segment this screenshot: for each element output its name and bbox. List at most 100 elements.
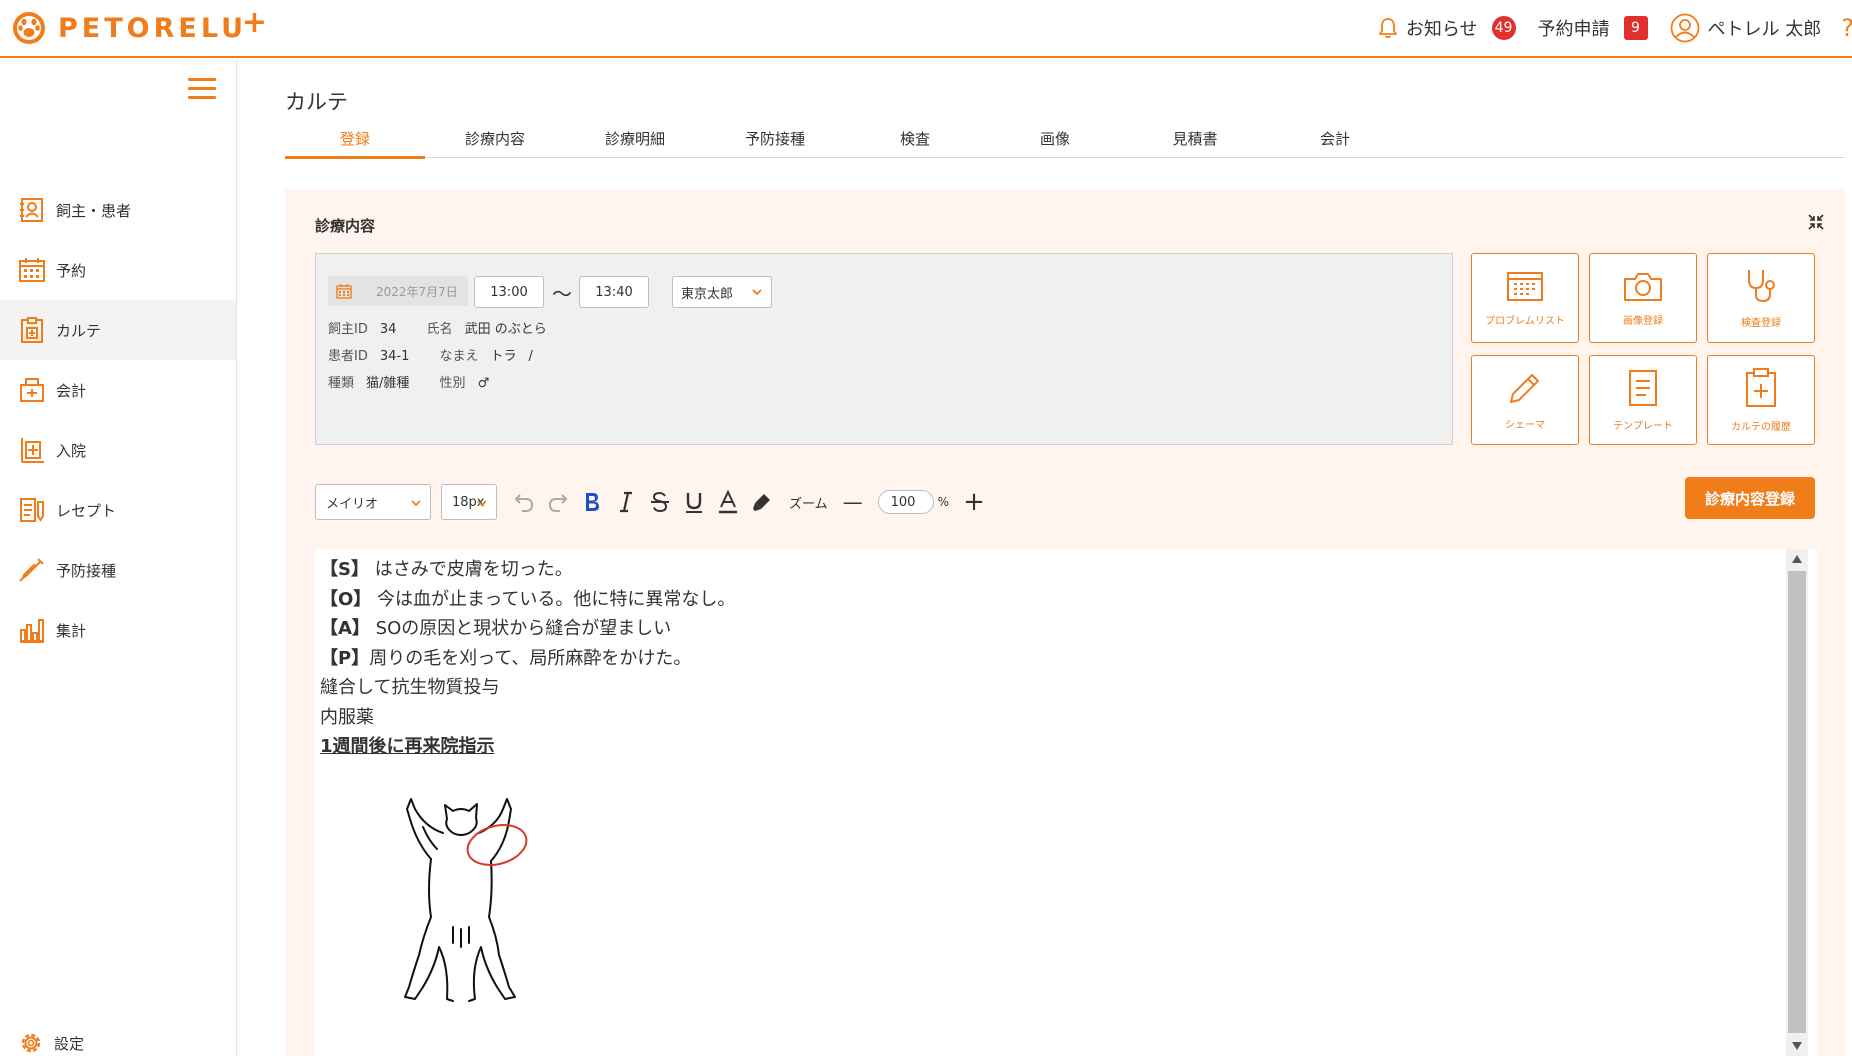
tab-treatment-detail[interactable]: 診療明細 [565, 128, 705, 157]
species-label: 種類 [328, 376, 355, 391]
sex-label: 性別 [439, 376, 466, 391]
sidebar-item-label: 入院 [56, 441, 87, 460]
user-menu[interactable]: ペトレル 太郎 [1670, 13, 1822, 43]
sidebar-item-label: レセプト [56, 501, 117, 520]
pet-name-suffix: / [528, 349, 533, 364]
bar-chart-icon [20, 619, 44, 643]
user-name: ペトレル 太郎 [1707, 19, 1822, 40]
species-info-line: 種類 猫/雑種 性別 ♂ [328, 372, 489, 391]
tab-treatment[interactable]: 診療内容 [425, 128, 565, 157]
problem-list-label: プロブレムリスト [1485, 315, 1565, 327]
app-header: PETORELU + お知らせ 49 予約申請 9 ペトレル 太郎 ? [0, 0, 1852, 58]
schema-button[interactable]: シェーマ [1471, 355, 1579, 445]
visit-date-field[interactable]: 2022年7月7日 [328, 276, 468, 306]
owner-name: 武田 のぶとら [464, 322, 547, 337]
register-treatment-button[interactable]: 診療内容登録 [1685, 477, 1815, 519]
editor-content[interactable]: 【S】 はさみで皮膚を切った。 【O】 今は血が止まっている。他に特に異常なし。… [320, 555, 1780, 762]
end-time-input[interactable]: 13:40 [579, 276, 649, 308]
calendar-icon [19, 258, 45, 282]
chevron-down-icon [477, 500, 487, 507]
chart-editor[interactable]: 【S】 はさみで皮膚を切った。 【O】 今は血が止まっている。他に特に異常なし。… [315, 549, 1817, 1056]
sidebar-item-label: 会計 [56, 381, 87, 400]
reservations-label: 予約申請 [1537, 19, 1610, 40]
patient-id: 34-1 [379, 349, 410, 364]
owner-patient-icon [20, 198, 43, 222]
text-color-button[interactable] [711, 484, 745, 520]
font-family-select[interactable]: メイリオ [315, 484, 431, 520]
staff-value: 東京太郎 [681, 286, 734, 302]
chart-clipboard-icon [21, 317, 43, 343]
font-size-select[interactable]: 18px [441, 484, 497, 520]
tab-estimate[interactable]: 見積書 [1125, 128, 1265, 157]
undo-icon [514, 494, 534, 512]
zoom-out-button[interactable]: — [836, 484, 870, 520]
notifications-label: お知らせ [1405, 19, 1478, 40]
settings-label: 設定 [54, 1034, 85, 1053]
image-register-label: 画像登録 [1623, 315, 1663, 327]
zoom-input[interactable]: 100 [877, 490, 934, 514]
sidebar-item-settings[interactable]: 設定 [18, 1030, 84, 1056]
hospital-icon [21, 438, 44, 463]
editor-line: 内服薬 [320, 703, 1780, 733]
scroll-down-arrow[interactable] [1786, 1036, 1808, 1056]
tab-exam[interactable]: 検査 [845, 128, 985, 157]
sidebar-item-hospitalization[interactable]: 入院 [0, 420, 236, 480]
underline-icon [686, 493, 702, 513]
template-button[interactable]: テンプレート [1589, 355, 1697, 445]
receipt-icon [20, 498, 44, 522]
exam-register-button[interactable]: 検査登録 [1707, 253, 1815, 343]
clipboard-plus-icon [1746, 367, 1776, 407]
sidebar-item-statistics[interactable]: 集計 [0, 600, 236, 660]
sidebar-item-label: 集計 [56, 621, 87, 640]
syringe-icon [19, 558, 44, 582]
sidebar-item-vaccination[interactable]: 予防接種 [0, 540, 236, 600]
logo-text: PETORELU [58, 12, 248, 44]
notifications-link[interactable]: お知らせ 49 [1378, 15, 1516, 41]
undo-button[interactable] [507, 484, 541, 520]
zoom-in-button[interactable]: + [957, 484, 991, 520]
scroll-thumb[interactable] [1788, 571, 1806, 1033]
collapse-icon[interactable] [1807, 213, 1825, 231]
logo[interactable]: PETORELU + [12, 5, 267, 48]
bold-button[interactable] [575, 484, 609, 520]
start-time-input[interactable]: 13:00 [474, 276, 544, 308]
editor-scrollbar[interactable] [1786, 549, 1808, 1056]
reservations-badge: 9 [1623, 16, 1648, 40]
register-icon [20, 378, 44, 402]
sidebar-item-accounting[interactable]: 会計 [0, 360, 236, 420]
underline-button[interactable] [677, 484, 711, 520]
highlight-button[interactable] [745, 484, 779, 520]
hamburger-menu-icon[interactable] [188, 78, 216, 100]
scroll-up-arrow[interactable] [1786, 549, 1808, 569]
tab-vaccination[interactable]: 予防接種 [705, 128, 845, 157]
soap-tag: 【A】 [320, 618, 370, 639]
italic-button[interactable] [609, 484, 643, 520]
editor-text: はさみで皮膚を切った。 [374, 559, 573, 580]
redo-icon [548, 494, 568, 512]
sidebar-item-label: 予約 [56, 261, 87, 280]
calendar-icon [336, 284, 352, 299]
chart-history-button[interactable]: カルテの履歴 [1707, 355, 1815, 445]
sidebar-item-reservation[interactable]: 予約 [0, 240, 236, 300]
image-register-button[interactable]: 画像登録 [1589, 253, 1697, 343]
tab-accounting[interactable]: 会計 [1265, 128, 1405, 157]
italic-icon [620, 491, 632, 513]
staff-select[interactable]: 東京太郎 [672, 276, 772, 308]
redo-button[interactable] [541, 484, 575, 520]
strikethrough-button[interactable] [643, 484, 677, 520]
chevron-down-icon [752, 289, 762, 296]
sidebar-item-label: カルテ [56, 321, 102, 340]
tab-register[interactable]: 登録 [285, 128, 425, 159]
cat-schema-drawing[interactable] [395, 787, 535, 1007]
problem-list-button[interactable]: プロブレムリスト [1471, 253, 1579, 343]
patient-id-label: 患者ID [328, 349, 368, 364]
reservation-requests-link[interactable]: 予約申請 9 [1538, 15, 1648, 41]
bold-icon [586, 493, 599, 511]
tab-image[interactable]: 画像 [985, 128, 1125, 157]
sidebar-item-owner-patient[interactable]: 飼主・患者 [0, 180, 236, 240]
gear-icon [21, 1033, 41, 1053]
sidebar-item-receipt[interactable]: レセプト [0, 480, 236, 540]
sidebar-item-chart[interactable]: カルテ [0, 300, 236, 360]
help-button[interactable]: ? [1841, 14, 1852, 42]
chart-history-label: カルテの履歴 [1731, 421, 1791, 433]
